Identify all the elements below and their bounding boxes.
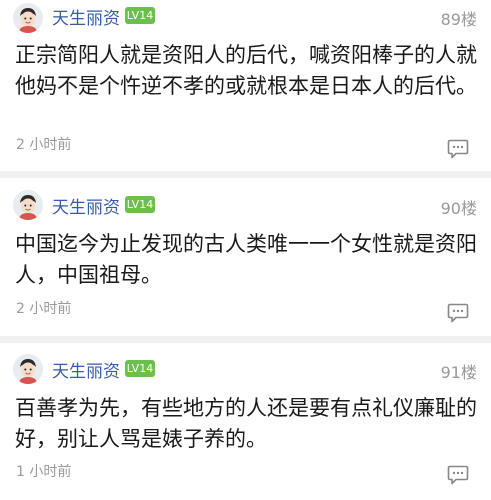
avatar-icon[interactable] (13, 354, 43, 384)
floor-number: 89楼 (440, 10, 477, 29)
level-badge: LV14 (125, 196, 155, 213)
post-time: 2 小时前 (16, 301, 72, 317)
post-time: 1 小时前 (16, 464, 72, 480)
comment-bubble-icon (447, 465, 469, 485)
comment-button[interactable] (447, 139, 469, 159)
avatar-icon[interactable] (13, 190, 43, 220)
comment-bubble-icon (447, 303, 469, 323)
level-badge: LV14 (125, 7, 155, 24)
post-content: 正宗简阳人就是资阳人的后代，喊资阳棒子的人就他妈不是个忤逆不孝的或就根本是日本人… (15, 43, 477, 98)
post-separator (0, 336, 491, 343)
floor-number: 91楼 (440, 363, 477, 382)
username[interactable]: 天生丽资 (52, 4, 120, 29)
username[interactable]: 天生丽资 (52, 193, 120, 218)
comment-bubble-icon (447, 139, 469, 159)
comment-button[interactable] (447, 465, 469, 485)
comment-button[interactable] (447, 303, 469, 323)
post-content: 中国迄今为止发现的古人类唯一一个女性就是资阳人，中国祖母。 (15, 232, 477, 287)
username[interactable]: 天生丽资 (52, 357, 120, 382)
post-time: 2 小时前 (16, 137, 72, 153)
avatar-icon[interactable] (13, 3, 43, 33)
floor-number: 90楼 (440, 199, 477, 218)
post-separator (0, 171, 491, 178)
post-89: 天生丽资 LV14 89楼 正宗简阳人就是资阳人的后代，喊资阳棒子的人就他妈不是… (0, 0, 491, 171)
post-90: 天生丽资 LV14 90楼 中国迄今为止发现的古人类唯一一个女性就是资阳人，中国… (0, 178, 491, 336)
post-content: 百善孝为先，有些地方的人还是要有点礼仪廉耻的好，别让人骂是婊子养的。 (15, 396, 477, 451)
level-badge: LV14 (125, 360, 155, 377)
post-91: 天生丽资 LV14 91楼 百善孝为先，有些地方的人还是要有点礼仪廉耻的好，别让… (0, 343, 491, 500)
